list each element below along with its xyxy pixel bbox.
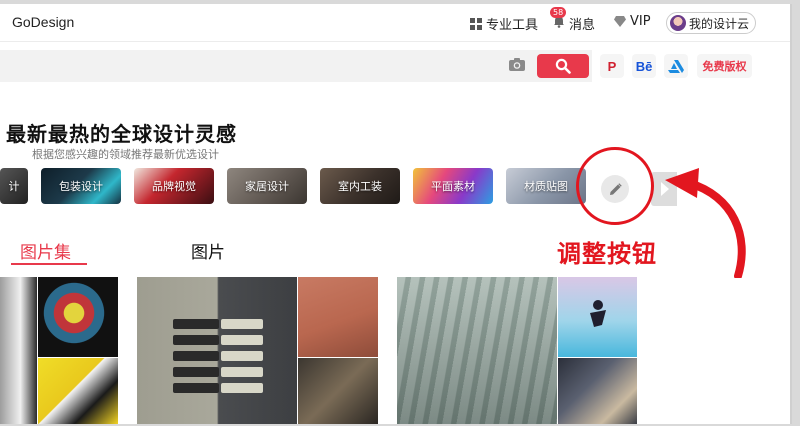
search-row: P Bē 免费版权 bbox=[0, 48, 790, 84]
artstation-button[interactable] bbox=[664, 54, 688, 78]
vip-link[interactable]: VIP bbox=[614, 14, 651, 29]
camera-icon[interactable] bbox=[508, 57, 526, 72]
image-thumbnail[interactable] bbox=[558, 358, 637, 424]
category-label: 家居设计 bbox=[245, 180, 289, 193]
free-rights-button[interactable]: 免费版权 bbox=[697, 54, 752, 78]
site-logo[interactable]: GoDesign bbox=[12, 14, 74, 30]
avatar bbox=[670, 15, 686, 31]
grid-icon bbox=[470, 17, 482, 30]
category-chip[interactable]: 平面素材 bbox=[413, 168, 493, 204]
page-subtitle: 根据您感兴趣的领域推荐最新优选设计 bbox=[32, 148, 219, 161]
my-design-cloud-button[interactable]: 我的设计云 bbox=[666, 12, 757, 34]
my-design-cloud-label: 我的设计云 bbox=[689, 16, 750, 31]
pinterest-button[interactable]: P bbox=[600, 54, 624, 78]
search-button[interactable] bbox=[537, 54, 589, 78]
image-thumbnail[interactable] bbox=[558, 277, 637, 357]
messages-badge: 58 bbox=[550, 7, 567, 18]
category-chip[interactable]: 包装设计 bbox=[41, 168, 121, 204]
annotation-label: 调整按钮 bbox=[557, 240, 657, 268]
figure-illustration bbox=[590, 300, 606, 327]
category-label: 包装设计 bbox=[59, 180, 103, 193]
artstation-icon bbox=[668, 59, 684, 73]
image-thumbnail[interactable] bbox=[38, 277, 118, 357]
category-chip[interactable]: 品牌视觉 bbox=[134, 168, 214, 204]
search-icon bbox=[555, 58, 571, 74]
image-thumbnail[interactable] bbox=[137, 277, 297, 424]
pro-tools-link[interactable]: 专业工具 bbox=[470, 14, 538, 33]
category-chip[interactable]: 室内工装 bbox=[320, 168, 400, 204]
category-chip[interactable]: 材质贴图 bbox=[506, 168, 586, 204]
image-thumbnail[interactable] bbox=[0, 277, 37, 424]
category-chip[interactable]: 家居设计 bbox=[227, 168, 307, 204]
vip-label: VIP bbox=[630, 14, 651, 29]
category-chip[interactable]: 计 bbox=[0, 168, 28, 204]
tab-images[interactable]: 图片 bbox=[191, 238, 225, 263]
tab-collections[interactable]: 图片集 bbox=[20, 238, 71, 263]
category-label: 品牌视觉 bbox=[152, 180, 196, 193]
image-thumbnail[interactable] bbox=[397, 277, 557, 424]
messages-label: 消息 bbox=[569, 18, 596, 33]
category-label: 材质贴图 bbox=[524, 180, 568, 193]
messages-link[interactable]: 58 消息 bbox=[550, 7, 596, 33]
category-label: 室内工装 bbox=[338, 180, 382, 193]
browser-page: GoDesign 专业工具 58 消息 VIP 我的设计云 P Bē 免费版权 … bbox=[0, 4, 792, 424]
bell-icon-wrap: 58 bbox=[550, 7, 567, 32]
image-thumbnail[interactable] bbox=[298, 277, 378, 357]
category-label: 计 bbox=[8, 180, 20, 193]
diamond-icon bbox=[614, 16, 626, 27]
behance-icon: Bē bbox=[635, 58, 653, 74]
image-thumbnail[interactable] bbox=[38, 358, 118, 424]
pinterest-icon: P bbox=[607, 58, 617, 74]
top-nav-bar: GoDesign 专业工具 58 消息 VIP 我的设计云 bbox=[0, 4, 790, 42]
search-input[interactable] bbox=[0, 50, 592, 82]
highlight-circle bbox=[576, 147, 654, 225]
image-thumbnail[interactable] bbox=[298, 358, 378, 424]
page-title: 最新最热的全球设计灵感 bbox=[6, 122, 237, 146]
curved-arrow-icon bbox=[665, 168, 746, 278]
active-tab-underline bbox=[11, 263, 87, 265]
speaker-grille-image bbox=[173, 319, 263, 393]
category-label: 平面素材 bbox=[431, 180, 475, 193]
behance-button[interactable]: Bē bbox=[632, 54, 656, 78]
pro-tools-label: 专业工具 bbox=[486, 18, 539, 33]
